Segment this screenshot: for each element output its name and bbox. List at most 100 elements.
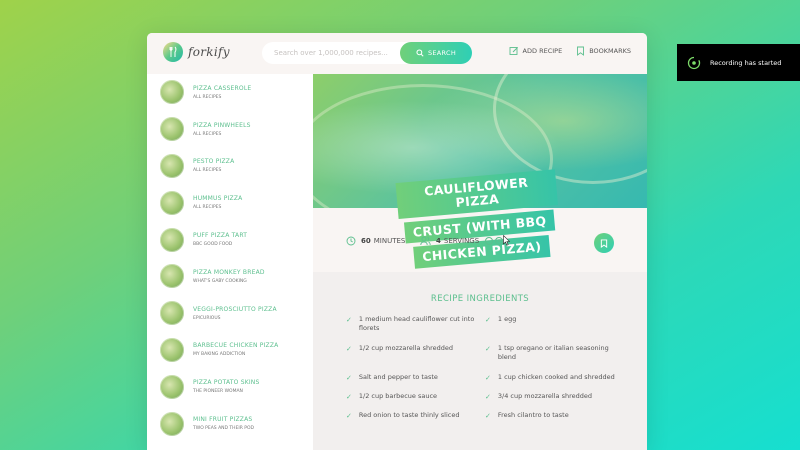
recipe-servings: 4 servings <box>420 236 504 246</box>
ingredient-text: 1 tsp oregano or italian seasoning blend <box>497 344 609 362</box>
ingredient-item: ✓ 1 tsp oregano or italian seasoning blen… <box>485 344 615 363</box>
ingredient-text: Salt and pepper to taste <box>358 373 438 381</box>
servings-label: servings <box>443 237 480 245</box>
result-image <box>160 190 184 215</box>
ingredient-text: 1 medium head cauliflower cut into flore… <box>358 315 475 333</box>
ingredient-item: ✓ 1 egg <box>485 315 615 325</box>
add-recipe-button[interactable]: Add recipe <box>509 46 563 56</box>
result-item[interactable]: Mini Fruit Pizzas Two Peas and Their Pod <box>147 405 313 442</box>
result-image <box>160 264 184 289</box>
recipe-bookmark-button[interactable] <box>594 233 614 253</box>
search-results: Pizza Casserole All Recipes Pizza Pinwheel… <box>147 74 313 450</box>
check-icon: ✓ <box>346 412 352 420</box>
ingredient-text: 1 cup chicken cooked and shredded <box>497 373 615 381</box>
ingredient-item: ✓ 1 medium head cauliflower cut into flor… <box>346 315 476 334</box>
ingredient-text: 3/4 cup mozzarella shredded <box>497 392 593 400</box>
result-publisher: All Recipes <box>193 131 222 137</box>
result-publisher: Two Peas and Their Pod <box>193 426 255 432</box>
bookmark-icon <box>577 46 585 56</box>
minutes-value: 60 <box>361 237 371 245</box>
result-publisher: Epicurious <box>193 315 221 321</box>
toast-text: Recording has started <box>710 58 782 67</box>
result-publisher: All Recipes <box>193 205 222 211</box>
result-item[interactable]: Pesto Pizza All Recipes <box>147 148 313 185</box>
result-title: Puff Pizza Tart <box>193 232 248 240</box>
result-item[interactable]: Pizza Potato Skins The Pioneer Woman <box>147 368 313 405</box>
clock-icon <box>346 236 356 246</box>
check-icon: ✓ <box>346 393 352 401</box>
result-item[interactable]: Barbecue Chicken Pizza My Baking Addictio… <box>147 332 313 369</box>
result-item[interactable]: Pizza Monkey Bread What's Gaby Cooking <box>147 258 313 295</box>
result-image <box>160 153 184 178</box>
ingredient-item: ✓ 1 cup chicken cooked and shredded <box>485 373 615 383</box>
fork-knife-icon <box>163 42 183 62</box>
ingredient-item: ✓ Salt and pepper to taste <box>346 373 476 383</box>
result-image <box>160 301 184 326</box>
check-icon: ✓ <box>346 345 352 353</box>
check-icon: ✓ <box>346 316 352 324</box>
search-icon <box>416 49 424 57</box>
result-item[interactable]: Veggi-Prosciutto Pizza Epicurious <box>147 295 313 332</box>
result-publisher: What's Gaby Cooking <box>193 278 247 284</box>
recipe: Cauliflower Pizza Crust (with BBQ Chicke… <box>313 74 647 450</box>
add-recipe-label: Add recipe <box>522 47 563 55</box>
result-title: Pizza Potato Skins <box>193 379 260 387</box>
ingredient-text: Red onion to taste thinly sliced <box>358 411 460 419</box>
result-image <box>160 227 184 252</box>
ingredient-text: 1 egg <box>497 315 517 323</box>
result-image <box>160 374 184 399</box>
edit-icon <box>509 46 518 55</box>
result-item[interactable]: Pizza Pinwheels All Recipes <box>147 111 313 148</box>
result-title: Mini Fruit Pizzas <box>193 416 253 424</box>
ingredient-text: Fresh cilantro to taste <box>497 411 569 419</box>
plus-circle-icon[interactable] <box>495 237 504 245</box>
results-list: Pizza Casserole All Recipes Pizza Pinwheel… <box>147 74 313 442</box>
logo[interactable]: forkify <box>163 42 230 62</box>
bookmarks-button[interactable]: Bookmarks <box>576 46 631 56</box>
result-publisher: BBC Good Food <box>193 242 233 248</box>
search-input[interactable] <box>274 49 404 57</box>
bookmark-icon <box>600 238 608 248</box>
check-icon: ✓ <box>485 374 491 382</box>
recipe-time: 60 minutes <box>346 236 405 246</box>
search-form: Search <box>262 42 472 64</box>
recipe-details: 60 minutes 4 servings <box>313 208 647 272</box>
minus-circle-icon[interactable] <box>485 237 494 245</box>
recording-icon <box>687 56 701 69</box>
result-title: Pesto Pizza <box>193 158 235 166</box>
result-item[interactable]: Hummus Pizza All Recipes <box>147 184 313 221</box>
result-title: Pizza Pinwheels <box>193 121 251 129</box>
search-button[interactable]: Search <box>400 42 472 64</box>
result-publisher: The Pioneer Woman <box>193 389 243 395</box>
ingredient-text: 1/2 cup barbecue sauce <box>358 392 438 400</box>
bookmarks-label: Bookmarks <box>589 47 631 55</box>
result-image <box>160 411 184 436</box>
result-image <box>160 117 184 142</box>
result-image <box>160 80 184 105</box>
result-item[interactable]: Puff Pizza Tart BBC Good Food <box>147 221 313 258</box>
ingredients-heading: Recipe ingredients <box>430 294 530 304</box>
result-title: Pizza Casserole <box>193 84 252 92</box>
result-item[interactable]: Pizza Casserole All Recipes <box>147 74 313 111</box>
ingredient-item: ✓ 1/2 cup barbecue sauce <box>346 392 476 402</box>
ingredient-item: ✓ 1/2 cup mozzarella shredded <box>346 344 476 354</box>
result-publisher: All Recipes <box>193 94 222 100</box>
check-icon: ✓ <box>485 412 491 420</box>
result-title: Veggi-Prosciutto Pizza <box>193 305 277 313</box>
logo-text: forkify <box>188 45 230 59</box>
search-button-label: Search <box>427 49 457 57</box>
users-icon <box>420 236 431 246</box>
check-icon: ✓ <box>346 374 352 382</box>
result-image <box>160 337 184 362</box>
result-title: Hummus Pizza <box>193 195 243 203</box>
result-publisher: My Baking Addiction <box>193 352 246 358</box>
ingredient-text: 1/2 cup mozzarella shredded <box>358 344 454 352</box>
forkify-app: forkify Search Add recipe <box>147 33 647 450</box>
minutes-label: minutes <box>373 237 406 245</box>
result-title: Barbecue Chicken Pizza <box>193 342 279 350</box>
ingredient-item: ✓ Red onion to taste thinly sliced <box>346 411 476 421</box>
header: forkify Search Add recipe <box>147 33 647 74</box>
recording-toast: Recording has started <box>677 44 800 81</box>
cursor-icon <box>503 235 510 246</box>
servings-value: 4 <box>436 237 441 245</box>
